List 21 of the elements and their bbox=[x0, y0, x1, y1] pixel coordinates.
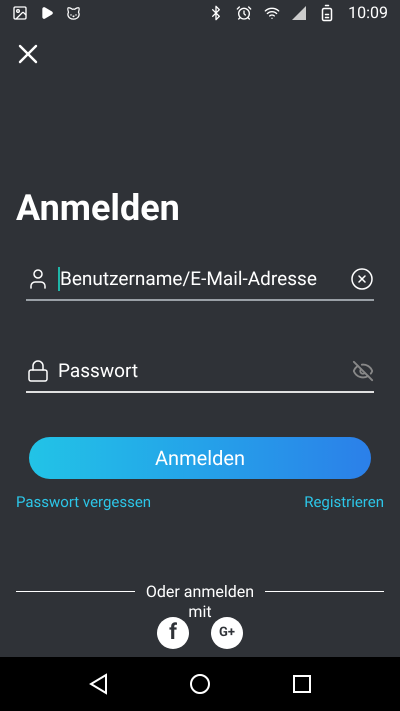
image-icon bbox=[12, 5, 28, 21]
google-plus-button[interactable]: G+ bbox=[211, 616, 243, 648]
wifi-icon bbox=[264, 5, 280, 21]
signal-icon bbox=[292, 6, 306, 20]
register-link[interactable]: Registrieren bbox=[304, 491, 384, 514]
forgot-password-link[interactable]: Passwort vergessen bbox=[16, 491, 152, 514]
clear-icon[interactable] bbox=[350, 267, 374, 291]
page-title: Anmelden bbox=[16, 187, 181, 229]
back-icon[interactable] bbox=[88, 673, 108, 695]
home-icon[interactable] bbox=[188, 673, 211, 695]
username-field[interactable]: Benutzername/E-Mail-Adresse bbox=[60, 264, 342, 294]
cat-icon bbox=[66, 6, 81, 20]
facebook-button[interactable]: f bbox=[157, 616, 189, 648]
clock-time: 10:09 bbox=[348, 2, 388, 24]
play-icon bbox=[40, 6, 54, 20]
alarm-icon bbox=[236, 5, 252, 21]
password-field[interactable]: Passwort bbox=[58, 356, 344, 386]
text-cursor bbox=[58, 267, 60, 291]
hide-password-icon[interactable] bbox=[352, 360, 374, 382]
recents-icon[interactable] bbox=[292, 674, 312, 694]
lock-icon bbox=[26, 359, 50, 383]
